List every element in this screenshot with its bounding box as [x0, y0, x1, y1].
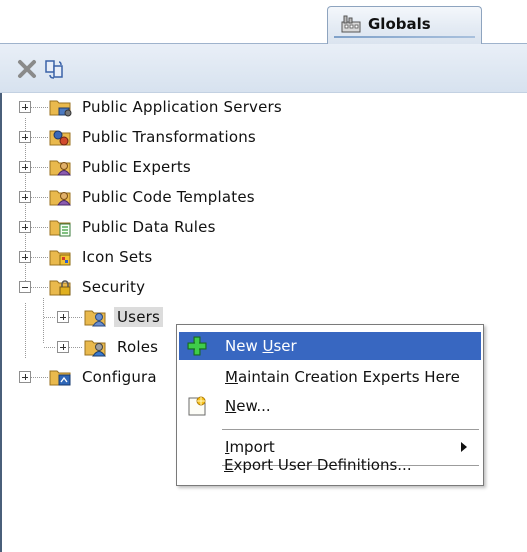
tree-item-label: Roles [117, 338, 159, 356]
tree-item-public-experts[interactable]: Public Experts [0, 153, 400, 183]
folder-users-icon [84, 306, 108, 328]
tree-item-label: Public Code Templates [82, 188, 255, 206]
expand-icon[interactable] [19, 371, 31, 383]
folder-expert-icon [49, 156, 73, 178]
expand-icon[interactable] [19, 221, 31, 233]
folder-transform-icon [49, 126, 73, 148]
tree-guide-line [69, 347, 83, 348]
toolbar [0, 44, 527, 93]
refresh-icon [44, 60, 66, 84]
tree-guide-line [31, 137, 48, 138]
tree-item-label: Icon Sets [82, 248, 153, 266]
menu-item-label: New... [225, 397, 271, 415]
factory-icon [341, 15, 361, 33]
folder-config-icon [49, 366, 73, 388]
expand-icon[interactable] [19, 131, 31, 143]
tree-guide-line [44, 347, 56, 348]
folder-iconset-icon [49, 246, 73, 268]
tree-item-public-code-templates[interactable]: Public Code Templates [0, 183, 400, 213]
menu-item-label: New User [225, 337, 297, 355]
tree-item-public-application-servers[interactable]: Public Application Servers [0, 93, 400, 123]
menu-item-new[interactable]: New... [179, 392, 481, 420]
tab-globals[interactable]: Globals [327, 6, 482, 44]
tree-item-public-transformations[interactable]: Public Transformations [0, 123, 400, 153]
tree-item-label: Public Data Rules [82, 218, 216, 236]
tree-item-label: Users [114, 307, 164, 327]
tree-guide-line [31, 377, 48, 378]
tree-guide-line [31, 197, 48, 198]
folder-rules-icon [49, 216, 73, 238]
folder-server-icon [49, 96, 73, 118]
menu-separator [222, 429, 479, 430]
tree-guide-line [44, 317, 56, 318]
expand-icon[interactable] [19, 161, 31, 173]
tree-guide-line [31, 227, 48, 228]
tree-guide-line [69, 317, 83, 318]
expand-icon[interactable] [57, 311, 69, 323]
tree-item-label: Security [82, 278, 146, 296]
folder-roles-icon [84, 336, 108, 358]
tree-guide-line [31, 287, 48, 288]
tree-item-icon-sets[interactable]: Icon Sets [0, 243, 400, 273]
tree-item-label: Configura [82, 368, 157, 386]
menu-item-new-user[interactable]: New User [179, 332, 481, 360]
tab-strip: Globals [0, 0, 527, 44]
plus-icon [186, 335, 208, 357]
expand-icon[interactable] [57, 341, 69, 353]
folder-lock-icon [49, 276, 73, 298]
refresh-button[interactable] [44, 58, 66, 80]
new-icon [186, 395, 208, 417]
tree-guide-line [31, 107, 48, 108]
menu-item-maintain-creation-experts[interactable]: Maintain Creation Experts Here [179, 363, 481, 391]
collapse-icon[interactable] [19, 281, 31, 293]
menu-item-label: Export User Definitions... [224, 456, 412, 474]
tree-item-public-data-rules[interactable]: Public Data Rules [0, 213, 400, 243]
tab-active-indicator [334, 36, 475, 38]
expand-icon[interactable] [19, 191, 31, 203]
tree-item-label: Public Transformations [82, 128, 256, 146]
tree-item-label: Public Experts [82, 158, 191, 176]
tree-item-label: Public Application Servers [82, 98, 282, 116]
menu-item-label: Maintain Creation Experts Here [225, 368, 460, 386]
tree-guide-line [31, 257, 48, 258]
expand-icon[interactable] [19, 101, 31, 113]
expand-icon[interactable] [19, 251, 31, 263]
delete-button[interactable] [16, 58, 38, 80]
x-icon [16, 60, 38, 84]
tree-guide-line [31, 167, 48, 168]
folder-template-icon [49, 186, 73, 208]
tree-item-security[interactable]: Security [0, 273, 400, 303]
tab-label: Globals [368, 15, 431, 33]
menu-item-export-user-definitions[interactable]: Export User Definitions... [178, 451, 480, 479]
